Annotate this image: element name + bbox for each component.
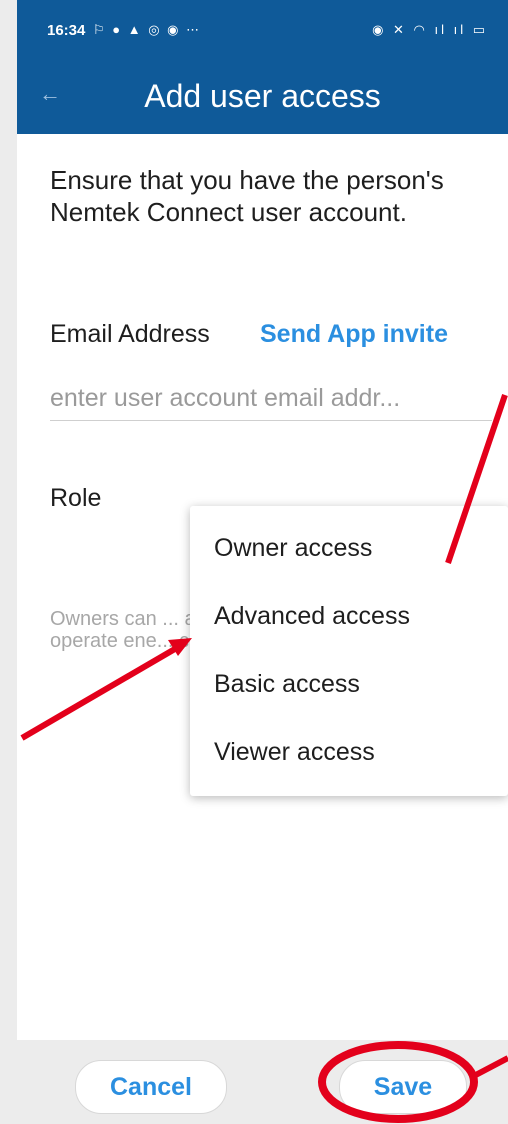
send-app-invite-link[interactable]: Send App invite — [260, 320, 448, 349]
phone-screen: 16:34 ⚐ ● ▲ ◎ ◉ ⋯ ◉ ✕ ◠ ıl ıl ▭ ← Add us… — [17, 0, 508, 1124]
status-time: 16:34 — [47, 22, 86, 39]
status-bar: 16:34 ⚐ ● ▲ ◎ ◉ ⋯ ◉ ✕ ◠ ıl ıl ▭ — [17, 0, 508, 64]
menu-item-viewer-access[interactable]: Viewer access — [214, 738, 375, 767]
save-button[interactable]: Save — [339, 1060, 467, 1114]
form-content: Ensure that you have the person's Nemtek… — [17, 134, 508, 1039]
cancel-button[interactable]: Cancel — [75, 1060, 227, 1114]
email-address-label: Email Address — [50, 320, 210, 348]
bottom-action-bar: Cancel Save — [17, 1040, 508, 1124]
notification-icons: ⚐ ● ▲ ◎ ◉ ⋯ — [93, 22, 202, 37]
intro-text: Ensure that you have the person's Nemtek… — [50, 165, 444, 227]
menu-item-advanced-access[interactable]: Advanced access — [214, 602, 410, 631]
email-field[interactable] — [50, 376, 492, 421]
page-title: Add user access — [144, 78, 381, 114]
role-dropdown-menu: Owner access Advanced access Basic acces… — [190, 506, 508, 796]
menu-item-basic-access[interactable]: Basic access — [214, 670, 360, 699]
role-label: Role — [50, 484, 102, 512]
menu-item-owner-access[interactable]: Owner access — [214, 534, 372, 563]
system-status-icons: ◉ ✕ ◠ ıl ıl ▭ — [372, 22, 488, 37]
app-bar: ← Add user access — [17, 64, 508, 134]
